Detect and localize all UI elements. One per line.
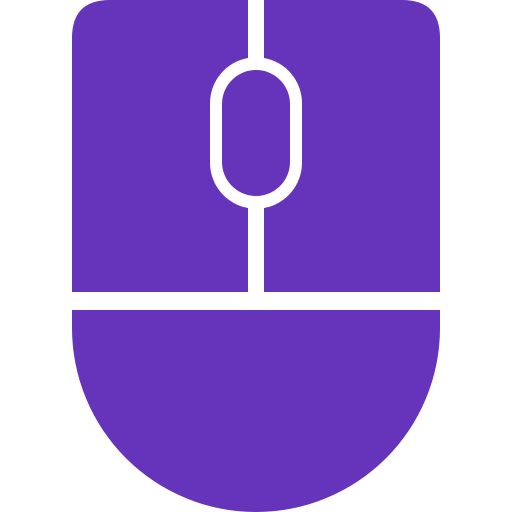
left-mouse-button bbox=[72, 0, 248, 292]
icon-canvas bbox=[0, 0, 512, 512]
computer-mouse-icon bbox=[72, 0, 440, 512]
mouse-body bbox=[72, 310, 440, 512]
right-mouse-button bbox=[264, 0, 440, 292]
scroll-wheel bbox=[222, 70, 290, 196]
